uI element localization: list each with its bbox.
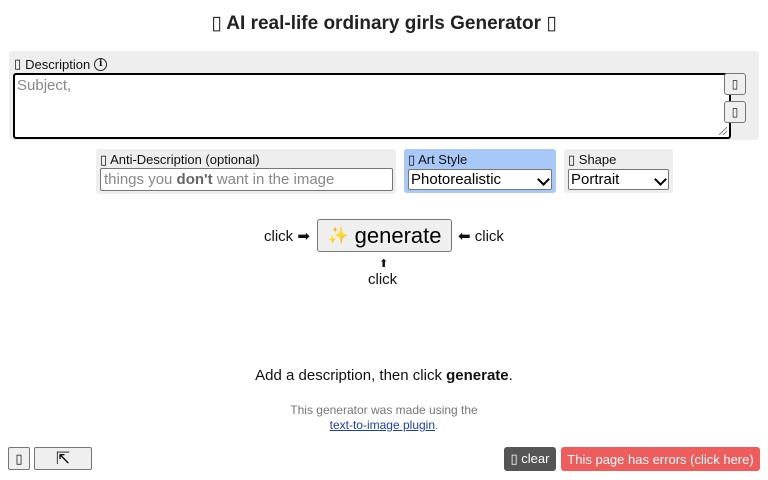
shape-label: Shape <box>578 152 617 167</box>
anti-placeholder-pre: things you <box>104 171 177 188</box>
anti-description-label: Anti-Description (optional) <box>110 152 260 167</box>
description-label-row: ▯ Description i <box>14 56 108 72</box>
credit-line: This generator was made using the <box>290 403 478 417</box>
arrow-up-icon: ⬆ <box>379 258 389 270</box>
description-placeholder: Subject, <box>17 77 72 94</box>
generate-label: generate <box>354 222 442 248</box>
art-style-panel: ▯ Art Style Photorealistic <box>404 149 556 193</box>
credit-text: This generator was made using the text-t… <box>0 403 768 433</box>
chevron-down-icon <box>654 173 667 186</box>
shape-icon: ▯ <box>568 152 576 167</box>
clear-button[interactable]: ▯ clear <box>504 447 556 471</box>
instruction-text: Add a description, then click generate. <box>0 367 768 384</box>
anti-description-label-row: ▯ Anti-Description (optional) <box>100 152 260 168</box>
click-hint-right: ⬅ click <box>458 228 504 245</box>
art-style-value: Photorealistic <box>411 171 502 188</box>
resize-grip-icon[interactable] <box>719 127 727 135</box>
anti-description-icon: ▯ <box>100 152 108 167</box>
description-icon: ▯ <box>14 56 22 71</box>
shape-panel: ▯ Shape Portrait <box>564 149 673 193</box>
hint-bold: generate <box>446 367 509 384</box>
shape-value: Portrait <box>571 171 620 188</box>
art-style-label: Art Style <box>418 152 468 167</box>
footer-button-2[interactable]: ⇱ <box>34 447 92 470</box>
generate-button[interactable]: ✨ generate <box>317 219 452 252</box>
hint-post: . <box>508 367 513 384</box>
art-style-label-row: ▯ Art Style <box>408 152 467 168</box>
anti-placeholder-post: want in the image <box>212 171 335 188</box>
description-panel: ▯ Description i Subject, <box>9 51 759 140</box>
footer-button-1[interactable]: ▯ <box>8 447 30 470</box>
hint-pre: Add a description, then click <box>255 367 447 384</box>
anti-description-input[interactable]: things you don't want in the image <box>100 168 393 191</box>
click-hint-left: click ➡ <box>264 228 310 245</box>
description-side-button-1[interactable]: ▯ <box>724 73 746 95</box>
anti-description-panel: ▯ Anti-Description (optional) things you… <box>96 149 396 194</box>
description-side-button-2[interactable]: ▯ <box>724 101 746 123</box>
shape-select[interactable]: Portrait <box>568 169 669 190</box>
info-icon[interactable]: i <box>94 57 108 71</box>
anti-placeholder-bold: don't <box>176 171 213 188</box>
credit-post: . <box>435 418 439 432</box>
click-hint-below: click <box>368 271 398 288</box>
shape-label-row: ▯ Shape <box>568 152 616 168</box>
page-title: ▯ AI real-life ordinary girls Generator … <box>211 13 557 34</box>
errors-button[interactable]: This page has errors (click here) <box>561 447 760 471</box>
art-style-icon: ▯ <box>408 152 416 167</box>
text-to-image-plugin-link[interactable]: text-to-image plugin <box>330 418 435 432</box>
description-label: Description <box>25 56 91 72</box>
art-style-select[interactable]: Photorealistic <box>408 169 552 190</box>
chevron-down-icon <box>537 173 550 186</box>
description-textarea[interactable]: Subject, <box>13 73 731 139</box>
sparkle-icon: ✨ <box>327 225 349 245</box>
